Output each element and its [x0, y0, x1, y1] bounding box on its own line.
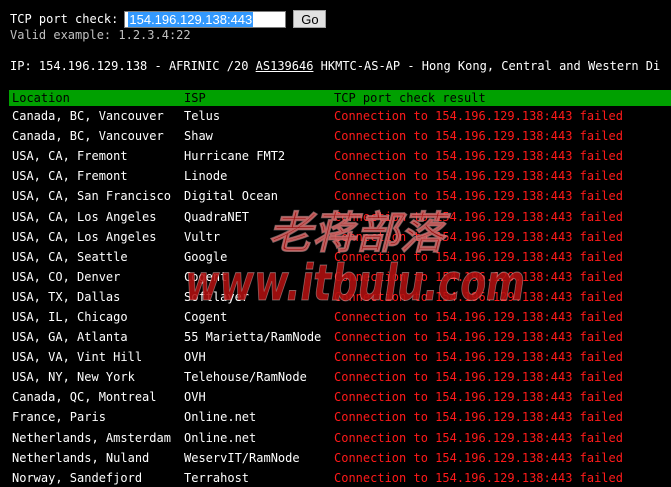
- table-row: USA, NY, New York Telehouse/RamNode Connec…: [9, 367, 671, 387]
- row-isp: Google: [184, 249, 228, 264]
- row-isp: Linode: [184, 169, 228, 184]
- ip-info-line: IP: 154.196.129.138 - AFRINIC /20 AS1396…: [10, 59, 660, 73]
- table-row: USA, CA, Seattle Google Connection to 154.…: [9, 247, 671, 267]
- table-row: Norway, Sandefjord Terrahost Connection to…: [9, 468, 671, 487]
- row-result: Connection to 154.196.129.138:443 failed: [334, 410, 623, 425]
- row-isp: Hurricane FMT2: [184, 149, 286, 164]
- row-result: Connection to 154.196.129.138:443 failed: [334, 350, 623, 365]
- row-location: France, Paris: [12, 410, 106, 425]
- table-row: USA, TX, Dallas Softlayer Connection to 15…: [9, 287, 671, 307]
- host-port-input-value: 154.196.129.138:443: [128, 11, 254, 27]
- row-result: Connection to 154.196.129.138:443 failed: [334, 430, 623, 445]
- row-isp: Digital Ocean: [184, 189, 278, 204]
- row-location: USA, CA, Seattle: [12, 249, 128, 264]
- row-location: Netherlands, Amsterdam: [12, 430, 171, 445]
- table-row: France, Paris Online.net Connection to 154…: [9, 407, 671, 427]
- row-location: USA, CO, Denver: [12, 269, 121, 284]
- row-location: USA, CA, Fremont: [12, 169, 128, 184]
- ip-info-suffix: HKMTC-AS-AP - Hong Kong, Central and Wes…: [313, 59, 661, 73]
- row-result: Connection to 154.196.129.138:443 failed: [334, 330, 623, 345]
- row-result: Connection to 154.196.129.138:443 failed: [334, 370, 623, 385]
- table-row: USA, CA, Los Angeles Vultr Connection to 1…: [9, 227, 671, 247]
- row-result: Connection to 154.196.129.138:443 failed: [334, 129, 623, 144]
- row-result: Connection to 154.196.129.138:443 failed: [334, 289, 623, 304]
- row-isp: Shaw: [184, 129, 213, 144]
- results-table: Location ISP TCP port check result Canad…: [9, 90, 671, 487]
- table-row: USA, CA, Fremont Hurricane FMT2 Connection…: [9, 146, 671, 166]
- row-isp: QuadraNET: [184, 209, 250, 224]
- row-result: Connection to 154.196.129.138:443 failed: [334, 209, 623, 224]
- row-result: Connection to 154.196.129.138:443 failed: [334, 229, 623, 244]
- row-isp: Terrahost: [184, 470, 250, 485]
- table-row: Canada, BC, Vancouver Shaw Connection to 1…: [9, 126, 671, 146]
- row-result: Connection to 154.196.129.138:443 failed: [334, 249, 623, 264]
- table-row: USA, CA, Fremont Linode Connection to 154.…: [9, 166, 671, 186]
- table-row: Netherlands, Amsterdam Online.net Connecti…: [9, 428, 671, 448]
- row-isp: 55 Marietta/RamNode: [184, 330, 322, 345]
- row-result: Connection to 154.196.129.138:443 failed: [334, 450, 623, 465]
- row-location: USA, CA, Los Angeles: [12, 209, 157, 224]
- row-result: Connection to 154.196.129.138:443 failed: [334, 189, 623, 204]
- row-location: USA, CA, San Francisco: [12, 189, 171, 204]
- row-location: Canada, BC, Vancouver: [12, 109, 164, 124]
- table-row: USA, GA, Atlanta 55 Marietta/RamNode Conne…: [9, 327, 671, 347]
- row-location: USA, GA, Atlanta: [12, 330, 128, 345]
- row-result: Connection to 154.196.129.138:443 failed: [334, 169, 623, 184]
- table-row: USA, VA, Vint Hill OVH Connection to 154.1…: [9, 347, 671, 367]
- table-row: Canada, BC, Vancouver Telus Connection to …: [9, 106, 671, 126]
- table-row: USA, CO, Denver Cogent Connection to 154.1…: [9, 267, 671, 287]
- port-check-form: TCP port check: 154.196.129.138:443 Go: [10, 9, 327, 29]
- row-isp: OVH: [184, 350, 206, 365]
- ip-info-prefix: IP: 154.196.129.138 - AFRINIC /20: [10, 59, 256, 73]
- row-result: Connection to 154.196.129.138:443 failed: [334, 390, 623, 405]
- valid-example-text: Valid example: 1.2.3.4:22: [10, 28, 191, 42]
- row-isp: Cogent: [184, 309, 228, 324]
- header-result: TCP port check result: [331, 90, 671, 106]
- row-result: Connection to 154.196.129.138:443 failed: [334, 470, 623, 485]
- row-location: USA, CA, Los Angeles: [12, 229, 157, 244]
- row-isp: Softlayer: [184, 289, 250, 304]
- table-row: USA, CA, Los Angeles QuadraNET Connection …: [9, 206, 671, 226]
- row-result: Connection to 154.196.129.138:443 failed: [334, 309, 623, 324]
- row-isp: OVH: [184, 390, 206, 405]
- table-row: USA, CA, San Francisco Digital Ocean Conne…: [9, 186, 671, 206]
- asn-link[interactable]: AS139646: [256, 59, 314, 73]
- row-location: Norway, Sandefjord: [12, 470, 143, 485]
- row-result: Connection to 154.196.129.138:443 failed: [334, 109, 623, 124]
- row-location: USA, NY, New York: [12, 370, 135, 385]
- row-location: Netherlands, Nuland: [12, 450, 150, 465]
- results-body: Canada, BC, Vancouver Telus Connection to …: [9, 106, 671, 487]
- row-location: USA, VA, Vint Hill: [12, 350, 143, 365]
- row-isp: Vultr: [184, 229, 221, 244]
- row-isp: Telus: [184, 109, 221, 124]
- table-header-row: Location ISP TCP port check result: [9, 90, 671, 106]
- table-row: USA, IL, Chicago Cogent Connection to 154.…: [9, 307, 671, 327]
- row-location: USA, CA, Fremont: [12, 149, 128, 164]
- table-row: Netherlands, Nuland WeservIT/RamNode Conne…: [9, 448, 671, 468]
- row-isp: WeservIT/RamNode: [184, 450, 300, 465]
- row-isp: Online.net: [184, 430, 257, 445]
- row-result: Connection to 154.196.129.138:443 failed: [334, 149, 623, 164]
- row-location: Canada, QC, Montreal: [12, 390, 157, 405]
- row-location: USA, TX, Dallas: [12, 289, 121, 304]
- row-isp: Telehouse/RamNode: [184, 370, 307, 385]
- row-isp: Cogent: [184, 269, 228, 284]
- header-isp: ISP: [181, 90, 331, 106]
- port-check-label: TCP port check:: [10, 12, 119, 26]
- header-location: Location: [9, 90, 181, 106]
- row-location: Canada, BC, Vancouver: [12, 129, 164, 144]
- table-row: Canada, QC, Montreal OVH Connection to 154…: [9, 387, 671, 407]
- row-isp: Online.net: [184, 410, 257, 425]
- row-result: Connection to 154.196.129.138:443 failed: [334, 269, 623, 284]
- host-port-input[interactable]: 154.196.129.138:443: [124, 10, 287, 28]
- row-location: USA, IL, Chicago: [12, 309, 128, 324]
- go-button[interactable]: Go: [293, 10, 327, 28]
